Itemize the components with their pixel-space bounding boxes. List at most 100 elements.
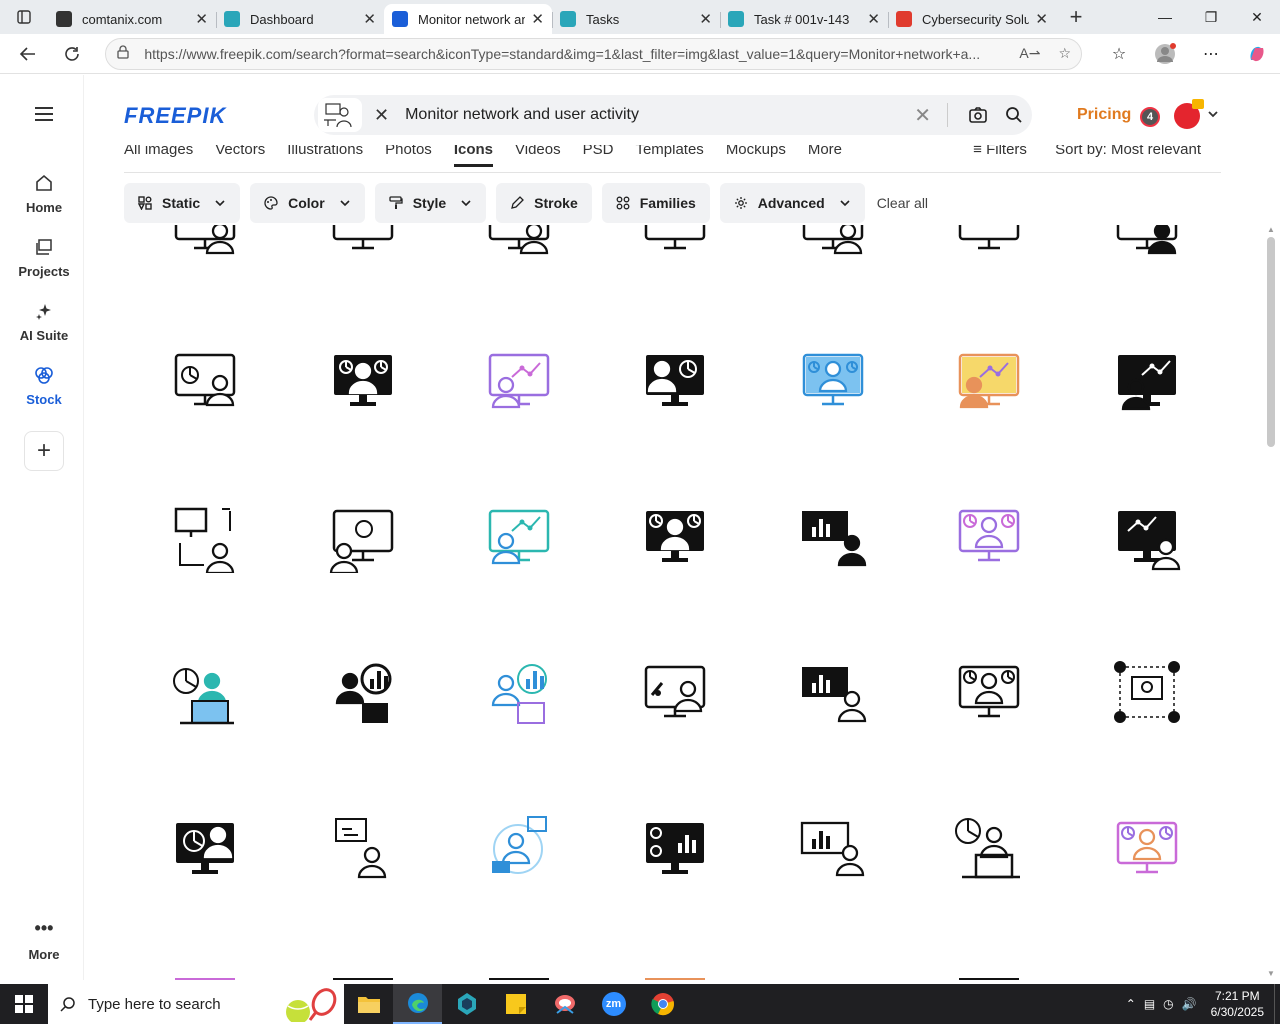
filter-style-button[interactable]: Style bbox=[374, 183, 487, 223]
analytics-monitor-icon[interactable] bbox=[798, 347, 868, 417]
app-icon[interactable] bbox=[442, 984, 491, 1024]
user-laptop-icon[interactable] bbox=[954, 815, 1024, 885]
filter-advanced-button[interactable]: Advanced bbox=[719, 183, 865, 223]
favorites-icon[interactable]: ☆ bbox=[1096, 44, 1142, 64]
tray-chevron-icon[interactable]: ⌃ bbox=[1122, 997, 1140, 1011]
url-bar[interactable]: https://www.freepik.com/search?format=se… bbox=[105, 37, 1083, 70]
close-tab-icon[interactable]: ✕ bbox=[867, 10, 880, 28]
minimize-icon[interactable]: — bbox=[1142, 0, 1188, 34]
search-input[interactable]: Monitor network and user activity bbox=[405, 106, 914, 124]
screen-partial-icon[interactable] bbox=[1112, 225, 1182, 261]
bar-chart-user-icon[interactable] bbox=[798, 659, 868, 729]
content-tab[interactable]: Photos bbox=[385, 145, 432, 167]
user-monitor-icon[interactable] bbox=[170, 347, 240, 417]
user-dashboard-monitor-icon[interactable] bbox=[328, 347, 398, 417]
monitor-partial-icon[interactable] bbox=[170, 225, 240, 261]
dashboard-monitor-icon[interactable] bbox=[954, 659, 1024, 729]
copilot-icon[interactable] bbox=[1234, 44, 1280, 64]
bar-chart-user-icon[interactable] bbox=[798, 815, 868, 885]
scrollbar-thumb[interactable] bbox=[1267, 237, 1275, 447]
dashboard-person-icon[interactable] bbox=[640, 347, 710, 417]
close-tab-icon[interactable]: ✕ bbox=[363, 10, 376, 28]
chevron-down-icon[interactable] bbox=[1206, 107, 1220, 126]
content-tab[interactable]: Videos bbox=[515, 145, 561, 167]
sidebar-item-stock[interactable]: Stock bbox=[4, 353, 84, 417]
pricing-link[interactable]: Pricing bbox=[1077, 106, 1131, 124]
scroll-down-icon[interactable]: ▼ bbox=[1267, 969, 1275, 978]
user-laptop-icon[interactable] bbox=[170, 659, 240, 729]
pie-chart-user-icon[interactable] bbox=[170, 815, 240, 885]
profile-avatar-icon[interactable] bbox=[1142, 42, 1188, 65]
page-scrollbar[interactable]: ▲ ▼ bbox=[1264, 225, 1280, 980]
windows-start-icon[interactable] bbox=[0, 984, 48, 1024]
monitor-partial-icon[interactable] bbox=[954, 225, 1024, 261]
dashboard-monitor-icon[interactable] bbox=[640, 503, 710, 573]
monitor-partial-icon[interactable] bbox=[328, 973, 398, 980]
favorite-star-icon[interactable]: ☆ bbox=[1058, 45, 1071, 62]
browser-tab[interactable]: comtanix.com ✕ bbox=[48, 4, 216, 34]
freepik-logo[interactable]: FREEPIK bbox=[124, 103, 226, 129]
lock-icon[interactable] bbox=[116, 45, 130, 62]
camera-icon[interactable] bbox=[960, 107, 996, 123]
close-tab-icon[interactable]: ✕ bbox=[531, 10, 544, 28]
remote-user-icon[interactable] bbox=[484, 815, 554, 885]
browser-tab[interactable]: Tasks ✕ bbox=[552, 4, 720, 34]
sidebar-item-home[interactable]: Home bbox=[4, 161, 84, 225]
scroll-up-icon[interactable]: ▲ bbox=[1267, 225, 1275, 234]
sort-dropdown[interactable]: Most relevant bbox=[1111, 145, 1201, 158]
clear-search-icon[interactable]: ✕ bbox=[914, 103, 931, 128]
content-tab[interactable]: Vectors bbox=[215, 145, 265, 167]
network-user-icon[interactable] bbox=[170, 503, 240, 575]
pie-partial-icon[interactable] bbox=[640, 225, 710, 261]
content-tab[interactable]: Templates bbox=[635, 145, 703, 167]
close-tab-icon[interactable]: ✕ bbox=[195, 10, 208, 28]
browser-tab[interactable]: Cybersecurity Soluti ✕ bbox=[888, 4, 1056, 34]
edge-icon[interactable] bbox=[393, 984, 442, 1024]
close-tab-icon[interactable]: ✕ bbox=[1035, 10, 1048, 28]
more-menu-icon[interactable]: ⋯ bbox=[1188, 44, 1234, 64]
content-tab[interactable]: Mockups bbox=[726, 145, 786, 167]
close-window-icon[interactable]: ✕ bbox=[1234, 0, 1280, 34]
clear-all-button[interactable]: Clear all bbox=[877, 195, 928, 211]
browser-tab[interactable]: Monitor network and user activity ✕ bbox=[384, 4, 552, 34]
monitor-partial-icon[interactable] bbox=[328, 225, 398, 261]
screen-review-icon[interactable] bbox=[328, 503, 398, 575]
search-bar[interactable]: ✕ Monitor network and user activity ✕ bbox=[314, 95, 1032, 135]
read-aloud-icon[interactable]: A⇀ bbox=[1019, 45, 1040, 62]
snipping-tool-icon[interactable] bbox=[540, 984, 589, 1024]
content-tab[interactable]: PSD bbox=[583, 145, 614, 167]
taskbar-search[interactable]: Type here to search bbox=[48, 984, 344, 1024]
filters-toggle[interactable]: ≡ Filters bbox=[973, 145, 1027, 158]
filter-static-button[interactable]: Static bbox=[124, 183, 241, 223]
notification-badge[interactable]: 4 bbox=[1140, 107, 1160, 127]
filter-color-button[interactable]: Color bbox=[250, 183, 365, 223]
browser-tab[interactable]: Task # 001v-143 ✕ bbox=[720, 4, 888, 34]
network-monitor-user-icon[interactable] bbox=[1112, 347, 1182, 417]
user-chart-partial-icon[interactable] bbox=[798, 225, 868, 261]
user-analytics-icon[interactable] bbox=[484, 659, 554, 729]
sidebar-item-more[interactable]: ••• More bbox=[4, 919, 84, 962]
bar-chart-user-icon[interactable] bbox=[798, 503, 868, 573]
new-tab-button[interactable]: + bbox=[1056, 4, 1096, 30]
search-icon[interactable] bbox=[996, 106, 1032, 124]
growth-chart-user-icon[interactable] bbox=[954, 347, 1024, 417]
orange-partial-icon[interactable] bbox=[640, 973, 710, 980]
close-tab-icon[interactable]: ✕ bbox=[699, 10, 712, 28]
content-tab[interactable]: Icons bbox=[453, 145, 493, 167]
content-tab[interactable]: Illustrations bbox=[287, 145, 363, 167]
user-chart-partial-icon[interactable] bbox=[484, 225, 554, 261]
restore-icon[interactable]: ❐ bbox=[1188, 0, 1234, 34]
zoom-icon[interactable]: zm bbox=[589, 984, 638, 1024]
analytics-user-icon[interactable] bbox=[484, 347, 554, 417]
screen-user-icon[interactable] bbox=[640, 659, 710, 729]
network-hub-icon[interactable] bbox=[1112, 659, 1182, 729]
remove-image-icon[interactable]: ✕ bbox=[374, 105, 389, 126]
sidebar-item-ai-suite[interactable]: AI Suite bbox=[4, 289, 84, 353]
file-explorer-icon[interactable] bbox=[344, 984, 393, 1024]
content-tab[interactable]: All images bbox=[124, 145, 193, 167]
tab-actions-icon[interactable] bbox=[0, 0, 48, 34]
sticky-notes-icon[interactable] bbox=[491, 984, 540, 1024]
dashboard-monitor-icon[interactable] bbox=[1112, 815, 1182, 885]
network-icon[interactable]: ▤ bbox=[1140, 997, 1159, 1011]
back-arrow-icon[interactable] bbox=[6, 45, 50, 63]
